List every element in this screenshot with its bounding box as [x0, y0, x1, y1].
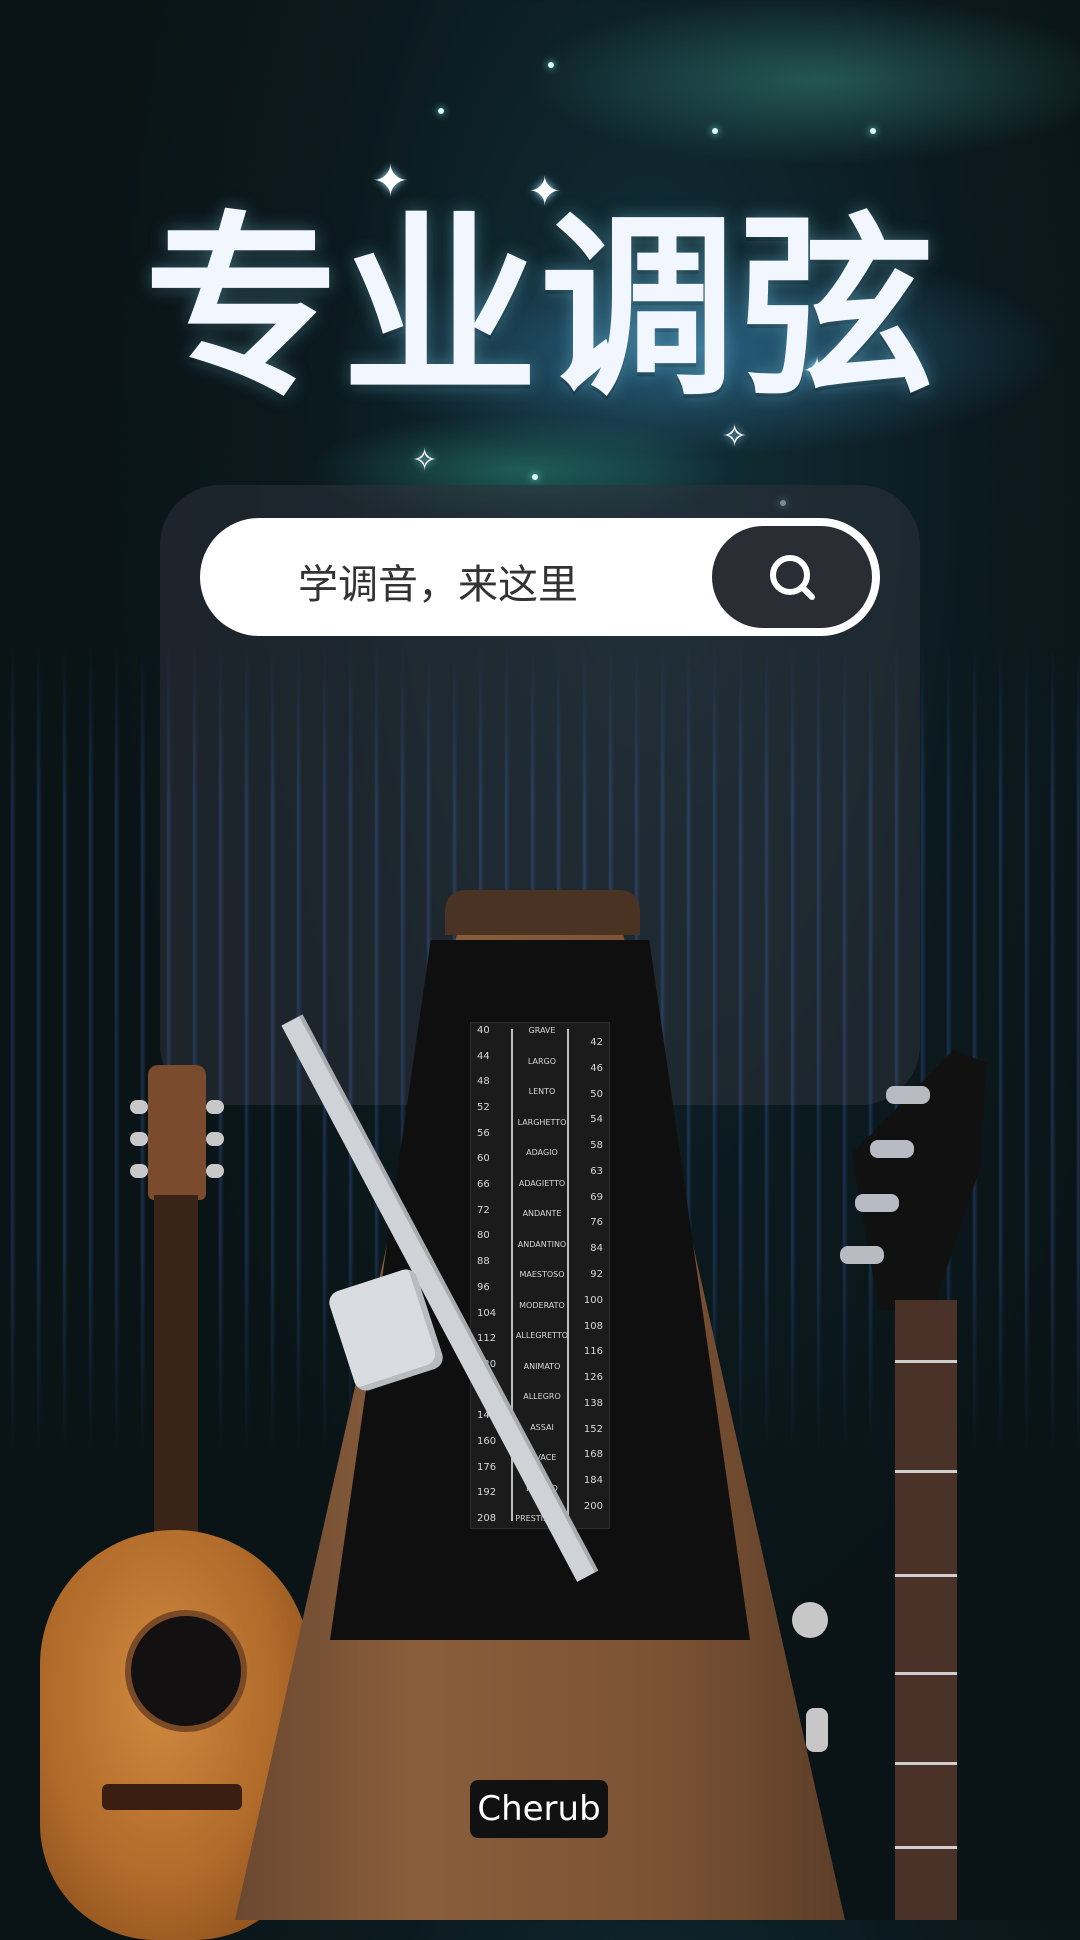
tempo-name: MAESTOSO [519, 1270, 565, 1279]
scale-left-tick: 192 [477, 1487, 497, 1499]
tempo-name: ALLEGRETTO [515, 1331, 569, 1340]
tuning-peg-icon [886, 1086, 930, 1104]
tempo-name: LARGHETTO [517, 1117, 567, 1127]
search-icon [770, 555, 815, 600]
bass-fret [895, 1672, 957, 1675]
star-dot [548, 62, 554, 68]
scale-right-tick: 50 [590, 1088, 603, 1100]
tempo-name: ALLEGRO [523, 1392, 561, 1401]
star-dot [532, 474, 538, 480]
metronome-top [445, 890, 640, 935]
tuning-peg-icon [130, 1132, 148, 1146]
scale-right-tick: 42 [590, 1037, 603, 1048]
winding-key-icon [806, 1708, 828, 1752]
tuning-peg-icon [840, 1246, 884, 1264]
scale-right-tick: 54 [590, 1114, 603, 1126]
scale-right-tick: 184 [583, 1475, 603, 1487]
scale-right-tick: 84 [590, 1243, 603, 1255]
tuning-peg-icon [130, 1100, 148, 1114]
scale-left-tick: 208 [477, 1513, 497, 1524]
scale-right-tick: 58 [590, 1140, 603, 1152]
tuning-peg-icon [130, 1164, 148, 1178]
scale-right-tick: 200 [583, 1501, 603, 1512]
scale-right-tick: 152 [583, 1423, 603, 1435]
scale-left-tick: 60 [477, 1153, 490, 1165]
scale-left-tick: 160 [477, 1435, 497, 1447]
star-dot [438, 108, 444, 114]
bass-fret [895, 1846, 957, 1849]
scale-left-tick: 80 [477, 1230, 490, 1242]
search-bar[interactable]: 学调音，来这里 [200, 518, 880, 636]
tempo-name: GRAVE [528, 1026, 556, 1035]
guitar-sound-hole [125, 1610, 247, 1732]
scale-right-tick: 100 [583, 1294, 603, 1306]
scale-left-tick: 66 [477, 1179, 490, 1191]
tuning-peg-icon [855, 1194, 899, 1212]
scale-left-tick: 52 [477, 1102, 490, 1114]
guitar-neck [154, 1195, 198, 1555]
bass-neck [895, 1300, 957, 1920]
scale-left-tick: 88 [477, 1256, 490, 1268]
brand-logo: Cherub [470, 1780, 608, 1838]
tempo-name: LENTO [528, 1087, 556, 1096]
bass-fret [895, 1360, 957, 1363]
tuning-peg-icon [206, 1100, 224, 1114]
bass-fret [895, 1574, 957, 1577]
scale-right-tick: 138 [583, 1397, 603, 1409]
scale-left-tick: 176 [477, 1461, 497, 1473]
tempo-name: MODERATO [519, 1300, 565, 1310]
tuning-peg-icon [206, 1164, 224, 1178]
scale-right-tick: 108 [583, 1320, 603, 1332]
scale-right-tick: 126 [583, 1372, 603, 1384]
guitar-bridge [102, 1784, 242, 1810]
scale-right-tick: 76 [590, 1217, 603, 1229]
tempo-name: ANDANTE [522, 1209, 562, 1218]
winding-key-icon [792, 1602, 828, 1638]
bass-fret [895, 1470, 957, 1473]
scale-left-tick: 44 [477, 1050, 490, 1062]
search-button[interactable] [712, 526, 872, 628]
tuning-peg-icon [870, 1140, 914, 1158]
tempo-name: ADAGIO [526, 1148, 558, 1157]
tempo-name: ADAGIETTO [518, 1178, 566, 1188]
page-title: 专业调弦 [143, 195, 936, 423]
scale-right-tick: 63 [590, 1165, 603, 1177]
scale-right-tick: 168 [583, 1449, 603, 1461]
tempo-scale: 4044485256606672808896104112120132144160… [470, 1022, 610, 1529]
sparkle-icon: ✧ [412, 443, 438, 478]
star-dot [870, 128, 876, 134]
scale-left-tick: 48 [477, 1076, 490, 1088]
tempo-name: ANIMATO [523, 1361, 561, 1371]
guitar-headstock [148, 1065, 206, 1200]
search-input[interactable]: 学调音，来这里 [298, 552, 578, 610]
scale-left-tick: 72 [477, 1204, 490, 1216]
scale-left-tick: 112 [477, 1333, 497, 1345]
tempo-name: LARGO [527, 1056, 557, 1066]
scale-left-tick: 56 [477, 1127, 490, 1139]
scale-right-tick: 92 [590, 1269, 603, 1280]
scale-right-tick: 46 [590, 1062, 603, 1074]
tuning-peg-icon [206, 1132, 224, 1146]
scale-left-tick: 104 [477, 1307, 497, 1319]
scale-right-tick: 116 [583, 1346, 603, 1358]
bass-fret [895, 1762, 957, 1765]
star-dot [712, 128, 718, 134]
tempo-name: ANDANTINO [517, 1239, 567, 1249]
scale-left-tick: 40 [477, 1025, 490, 1036]
scale-left-tick: 96 [477, 1281, 490, 1293]
scale-right-tick: 69 [590, 1191, 603, 1203]
